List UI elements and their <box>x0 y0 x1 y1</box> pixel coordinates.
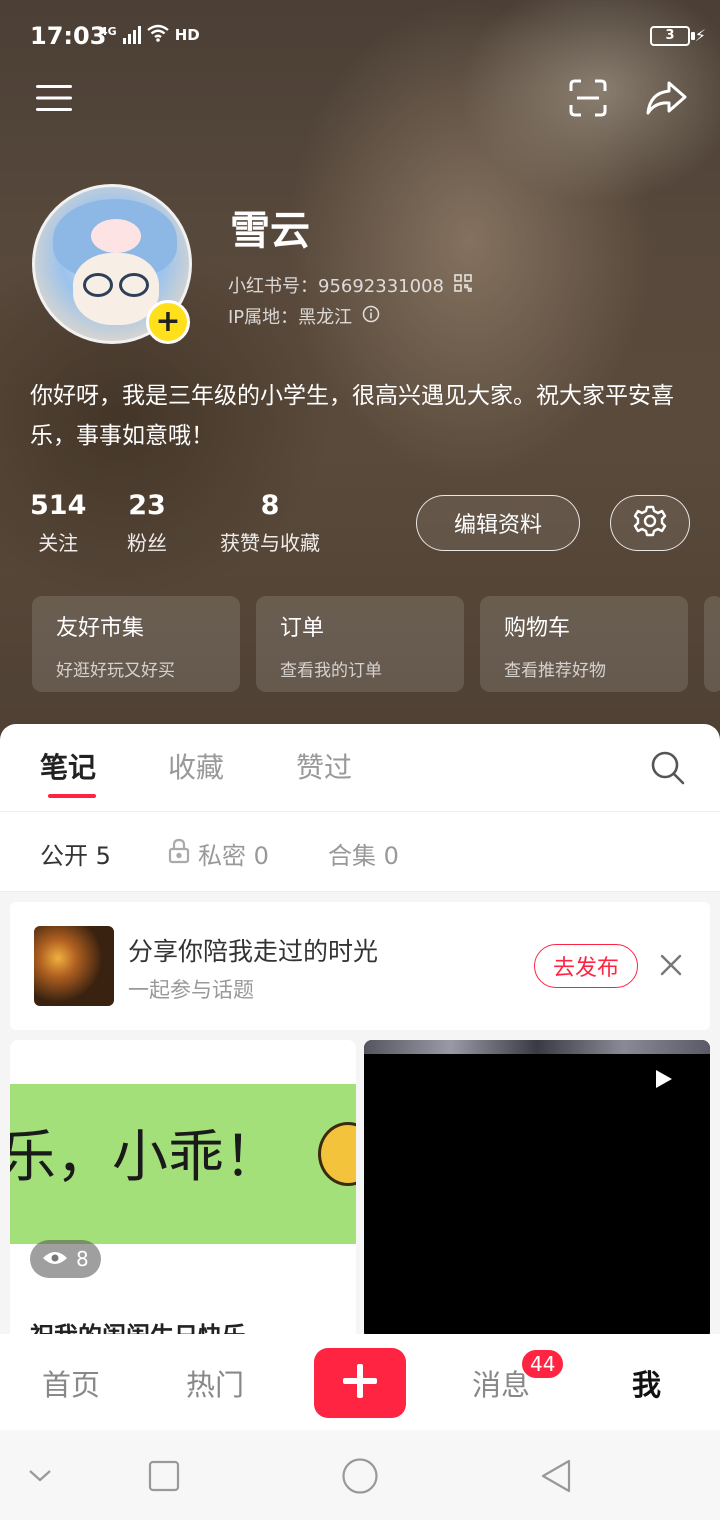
orders-card[interactable]: 订单 查看我的订单 <box>256 596 464 692</box>
likes-label: 获赞与收藏 <box>220 531 320 555</box>
view-count-badge: 8 <box>30 1240 101 1278</box>
battery-icon: 3 <box>650 26 695 46</box>
system-navigation-bar <box>0 1430 720 1520</box>
nav-home[interactable]: 首页 <box>42 1362 100 1404</box>
active-tab-indicator <box>48 794 96 798</box>
nav-hot[interactable]: 热门 <box>186 1362 244 1404</box>
note-cover-image: 乐，小乖！ <box>10 1084 356 1244</box>
back-triangle-icon[interactable] <box>534 1454 578 1498</box>
notes-grid: 乐，小乖！ 8 祝我的闺闺生日快乐 <box>0 1040 720 1336</box>
signal-icon <box>122 26 141 44</box>
plus-icon <box>341 1362 379 1404</box>
followers-count: 23 <box>128 490 166 521</box>
likes-stat[interactable]: 8 获赞与收藏 <box>220 490 320 556</box>
promo-title: 分享你陪我走过的时光 <box>128 937 379 966</box>
subtab-public-label: 公开 5 <box>40 842 111 870</box>
profile-id-row[interactable]: 小红书号：95692331008 <box>228 272 472 298</box>
promo-thumbnail <box>34 926 114 1006</box>
charging-icon: ⚡ <box>694 26 706 45</box>
promo-subtitle: 一起参与话题 <box>128 978 254 1002</box>
home-circle-icon[interactable] <box>338 1454 382 1498</box>
tab-notes[interactable]: 笔记 <box>40 746 96 786</box>
subtab-private-label: 私密 0 <box>198 842 269 870</box>
publish-button[interactable]: 去发布 <box>534 944 638 988</box>
hd-label: HD <box>174 26 200 44</box>
likes-count: 8 <box>260 490 280 521</box>
content-tabs: 笔记 收藏 赞过 <box>0 724 720 812</box>
profile-bio: 你好呀，我是三年级的小学生，很高兴遇见大家。祝大家平安喜乐，事事如意哦！ <box>30 383 674 449</box>
qr-code-icon[interactable] <box>454 273 472 297</box>
note-title: 祝我的闺闺生日快乐 <box>30 1322 246 1336</box>
note-cover-text: 乐，小乖！ <box>10 1125 280 1190</box>
view-count: 8 <box>76 1247 89 1271</box>
note-filter-tabs: 公开 5 私密 0 合集 0 <box>0 812 720 892</box>
promo-section: 分享你陪我走过的时光 一起参与话题 去发布 <box>0 892 720 1040</box>
video-cover-strip <box>364 1040 710 1054</box>
play-icon <box>656 1070 672 1088</box>
profile-id: 小红书号：95692331008 <box>228 276 444 297</box>
orders-card-subtitle: 查看我的订单 <box>280 661 382 681</box>
avatar-glasses-shape <box>83 273 149 297</box>
gear-icon <box>633 504 667 542</box>
cart-card-title: 购物车 <box>504 616 571 641</box>
search-icon[interactable] <box>650 750 686 786</box>
battery-level: 3 <box>665 28 675 43</box>
grinning-emoji-icon <box>318 1122 356 1186</box>
edit-profile-button[interactable]: 编辑资料 <box>416 495 580 551</box>
recent-apps-icon[interactable] <box>142 1454 186 1498</box>
lock-icon <box>168 838 190 870</box>
topic-promo-card[interactable]: 分享你陪我走过的时光 一起参与话题 去发布 <box>10 902 710 1030</box>
ip-location: IP属地：黑龙江 <box>228 307 353 328</box>
following-stat[interactable]: 514 关注 <box>30 490 86 556</box>
close-icon[interactable] <box>658 952 684 978</box>
subtab-albums-label: 合集 0 <box>328 842 399 870</box>
following-label: 关注 <box>38 531 79 555</box>
note-card[interactable]: 乐，小乖！ 8 祝我的闺闺生日快乐 <box>10 1040 356 1336</box>
menu-icon[interactable] <box>30 74 78 122</box>
ip-location-row: IP属地：黑龙江 <box>228 303 380 329</box>
cart-card-subtitle: 查看推荐好物 <box>504 661 606 681</box>
tab-collections[interactable]: 收藏 <box>168 746 224 786</box>
info-icon[interactable] <box>362 305 380 328</box>
followers-label: 粉丝 <box>127 531 167 555</box>
cart-card[interactable]: 购物车 查看推荐好物 <box>480 596 688 692</box>
status-icons: 4G HD <box>100 24 200 46</box>
content-panel: 笔记 收藏 赞过 公开 5 私密 0 合集 0 分享你陪我走过的时光 一起参与话… <box>0 724 720 1336</box>
following-count: 514 <box>30 490 87 521</box>
orders-card-title: 订单 <box>280 616 325 641</box>
more-card-peek[interactable] <box>704 596 720 692</box>
settings-button[interactable] <box>610 495 690 551</box>
market-card[interactable]: 友好市集 好逛好玩又好买 <box>32 596 240 692</box>
market-card-title: 友好市集 <box>56 616 145 641</box>
status-time: 17:03 <box>30 22 107 50</box>
market-card-subtitle: 好逛好玩又好买 <box>56 661 175 681</box>
followers-stat[interactable]: 23 粉丝 <box>127 490 167 556</box>
wifi-icon <box>146 24 169 46</box>
messages-badge: 44 <box>520 1348 566 1380</box>
nav-me[interactable]: 我 <box>632 1362 661 1404</box>
status-bar: 17:03 4G HD 3 ⚡ <box>0 0 720 72</box>
eye-icon <box>42 1247 68 1271</box>
bottom-navigation: 首页 热门 消息 44 我 <box>0 1334 720 1430</box>
subtab-private[interactable]: 私密 0 <box>168 836 269 871</box>
create-post-button[interactable] <box>314 1348 406 1418</box>
profile-name: 雪云 <box>230 208 310 254</box>
subtab-albums[interactable]: 合集 0 <box>328 836 399 871</box>
scan-icon[interactable] <box>564 74 612 122</box>
network-type: 4G <box>100 24 117 38</box>
add-avatar-icon[interactable]: + <box>146 300 190 344</box>
subtab-public[interactable]: 公开 5 <box>40 836 111 871</box>
chevron-down-icon[interactable] <box>18 1454 62 1498</box>
share-icon[interactable] <box>642 74 690 122</box>
tab-liked[interactable]: 赞过 <box>296 746 352 786</box>
video-note-card[interactable] <box>364 1040 710 1336</box>
